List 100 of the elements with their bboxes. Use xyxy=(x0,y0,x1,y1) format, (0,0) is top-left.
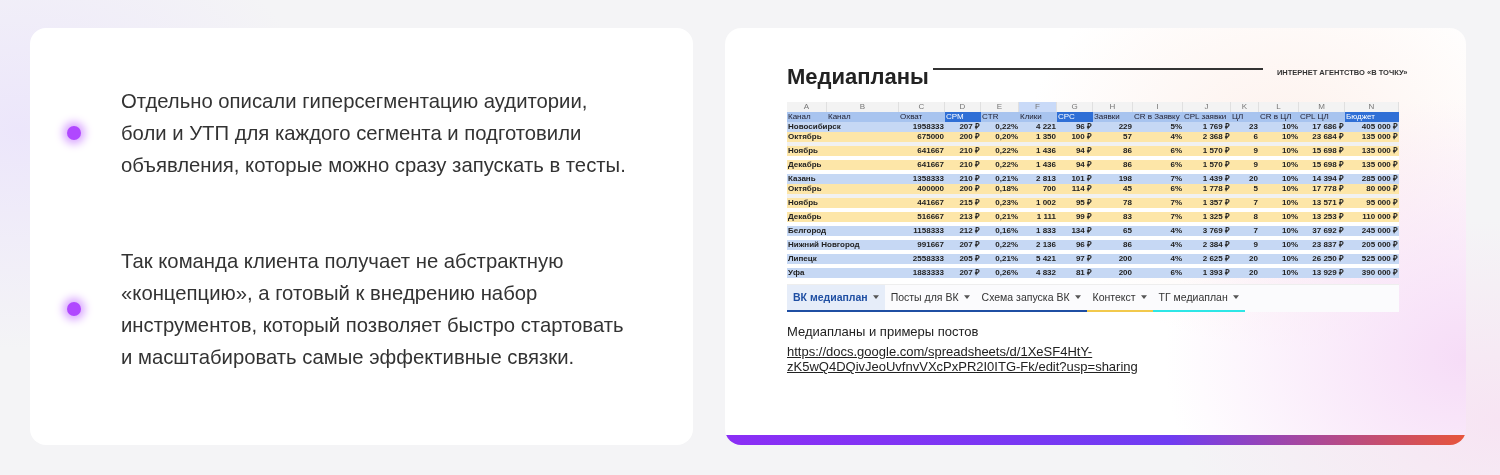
table-cell-text: 5 421 xyxy=(1034,254,1057,264)
table-cell-text: 15 698 ₽ xyxy=(1311,146,1345,156)
table-cell-text: 37 692 ₽ xyxy=(1311,226,1345,236)
table-cell-text: 200 ₽ xyxy=(958,132,981,142)
table-cell-text: 78 xyxy=(1122,198,1133,208)
table-cell-text: 13 929 ₽ xyxy=(1311,268,1345,278)
paragraph: Отдельно описали гиперсегментацию аудитории, боли и УТП для каждого сегмента и подготовили объявления, которые можно сразу запускать в тесты. xyxy=(121,89,627,178)
column-header: Канал xyxy=(787,112,812,122)
table-cell-text: 10% xyxy=(1281,184,1299,194)
table-cell-text: 26 250 ₽ xyxy=(1311,254,1345,264)
table-cell-text: 8 xyxy=(1252,212,1259,222)
caption: Медиапланы и примеры постов xyxy=(787,324,980,339)
table-cell-text: 991667 xyxy=(916,240,945,250)
column-header: CPC xyxy=(1057,112,1093,122)
table-cell-text: 23 837 ₽ xyxy=(1311,240,1345,250)
table-cell-text: 1 436 xyxy=(1034,146,1057,156)
table-cell-text: 675000 xyxy=(916,132,945,142)
table-cell-text: 10% xyxy=(1281,160,1299,170)
table-cell-text: 1 393 ₽ xyxy=(1201,268,1231,278)
table-cell-text: 1 769 ₽ xyxy=(1201,122,1231,132)
table-cell-text: 96 ₽ xyxy=(1074,240,1093,250)
table-cell-text: 7% xyxy=(1169,212,1183,222)
column-letter: F xyxy=(1019,102,1057,112)
table-cell-text: 81 ₽ xyxy=(1074,268,1093,278)
table-cell-text: 0,16% xyxy=(994,226,1019,236)
table-cell-text: Нижний Новгород xyxy=(787,240,861,250)
table-cell-text: 2558333 xyxy=(911,254,945,264)
table-cell-text: 110 000 ₽ xyxy=(1361,212,1399,222)
table-cell-text: 205 000 ₽ xyxy=(1360,240,1399,250)
table-cell-text: 7% xyxy=(1169,174,1183,184)
table-cell-text: 641667 xyxy=(916,146,945,156)
table-cell-text: 13 253 ₽ xyxy=(1311,212,1345,222)
slide-title: Медиапланы xyxy=(787,64,929,90)
table-cell-text: 2 813 xyxy=(1034,174,1057,184)
link[interactable]: https://docs.google.com/spreadsheets/d/1XeSF4HtY-zK5wQ4DQivJeoUvfnvVXcPxPR2I0ITG-Fk/edit?usp=sharing xyxy=(787,344,1139,374)
bullet-dot-icon xyxy=(67,302,81,316)
table-cell-text: 10% xyxy=(1281,240,1299,250)
table-cell-text: 210 ₽ xyxy=(958,174,981,184)
table-cell-text: 10% xyxy=(1281,212,1299,222)
column-header: CPL заявки xyxy=(1183,112,1228,122)
sheet-tab[interactable]: ТГ медиаплан xyxy=(1152,285,1245,312)
table-cell-text: 516667 xyxy=(916,212,945,222)
table-cell-text: 57 xyxy=(1122,132,1133,142)
table-cell-text: Октябрь xyxy=(787,132,823,142)
sheet-tab[interactable]: Схема запуска ВК xyxy=(975,285,1087,312)
table-cell-text: 10% xyxy=(1281,198,1299,208)
table-cell-text: 14 394 ₽ xyxy=(1311,174,1345,184)
table-cell-text: 10% xyxy=(1281,122,1299,132)
table-cell-text: 20 xyxy=(1248,174,1259,184)
table-cell-text: 0,22% xyxy=(994,146,1019,156)
table-cell-text: 4% xyxy=(1169,254,1183,264)
sheet-tab[interactable]: Контекст xyxy=(1086,285,1153,312)
table-cell-text: 45 xyxy=(1122,184,1133,194)
table-cell-text: 6% xyxy=(1169,268,1183,278)
table-cell-text: 4 832 xyxy=(1034,268,1057,278)
table-cell-text: Липецк xyxy=(787,254,818,264)
table-cell-text: 4% xyxy=(1169,132,1183,142)
table-cell-text: 285 000 ₽ xyxy=(1360,174,1399,184)
table-cell-text: 6% xyxy=(1169,146,1183,156)
table-cell-text: 210 ₽ xyxy=(958,146,981,156)
table-cell-text: Октябрь xyxy=(787,184,823,194)
table-cell-text: 6 xyxy=(1252,132,1259,142)
table-cell-text: Декабрь xyxy=(787,160,823,170)
column-header: CPL ЦЛ xyxy=(1299,112,1330,122)
table-cell-text: 0,22% xyxy=(994,160,1019,170)
table-cell-text: 7 xyxy=(1252,198,1259,208)
sheet-tab[interactable]: Посты для ВК xyxy=(884,285,976,312)
table-cell-text: 6% xyxy=(1169,160,1183,170)
sheet-tab[interactable]: ВК медиаплан xyxy=(787,285,885,312)
table-cell-text: Новосибирск xyxy=(787,122,842,132)
table-cell-text: Белгород xyxy=(787,226,828,236)
table-cell-text: 0,22% xyxy=(994,240,1019,250)
column-header: Заявки xyxy=(1093,112,1121,122)
table-cell-text: 3 769 ₽ xyxy=(1201,226,1231,236)
table-cell-text: 1 439 ₽ xyxy=(1201,174,1231,184)
table-cell-text: 10% xyxy=(1281,146,1299,156)
table-cell-text: 400000 xyxy=(916,184,945,194)
table-cell-text: 1 570 ₽ xyxy=(1201,146,1231,156)
column-header: CR в ЦЛ xyxy=(1259,112,1293,122)
table-cell-text: 4% xyxy=(1169,226,1183,236)
table-cell-text: 1 357 ₽ xyxy=(1201,198,1231,208)
table-cell-text: 1883333 xyxy=(911,268,945,278)
table-cell-text: 0,18% xyxy=(994,184,1019,194)
table-cell-text: 96 ₽ xyxy=(1074,122,1093,132)
table-cell-text: 441667 xyxy=(916,198,945,208)
table-cell-text: Декабрь xyxy=(787,212,823,222)
table-cell-text: 94 ₽ xyxy=(1074,146,1093,156)
table-cell-text: 2 136 xyxy=(1034,240,1057,250)
column-header: CR в Заявку xyxy=(1133,112,1181,122)
table-cell-text: 23 xyxy=(1248,122,1259,132)
table-cell-text: 2 384 ₽ xyxy=(1201,240,1231,250)
table-cell-text: 1958333 xyxy=(911,122,945,132)
table-cell-text: Ноябрь xyxy=(787,146,819,156)
table-cell-text: 2 625 ₽ xyxy=(1201,254,1231,264)
table-cell-text: 86 xyxy=(1122,240,1133,250)
table-cell-text: 95 ₽ xyxy=(1074,198,1093,208)
table-cell-text: 1 570 ₽ xyxy=(1201,160,1231,170)
table-cell-text: 135 000 ₽ xyxy=(1360,146,1399,156)
table-cell-text: 95 000 ₽ xyxy=(1365,198,1399,208)
table-cell-text: 215 ₽ xyxy=(958,198,981,208)
